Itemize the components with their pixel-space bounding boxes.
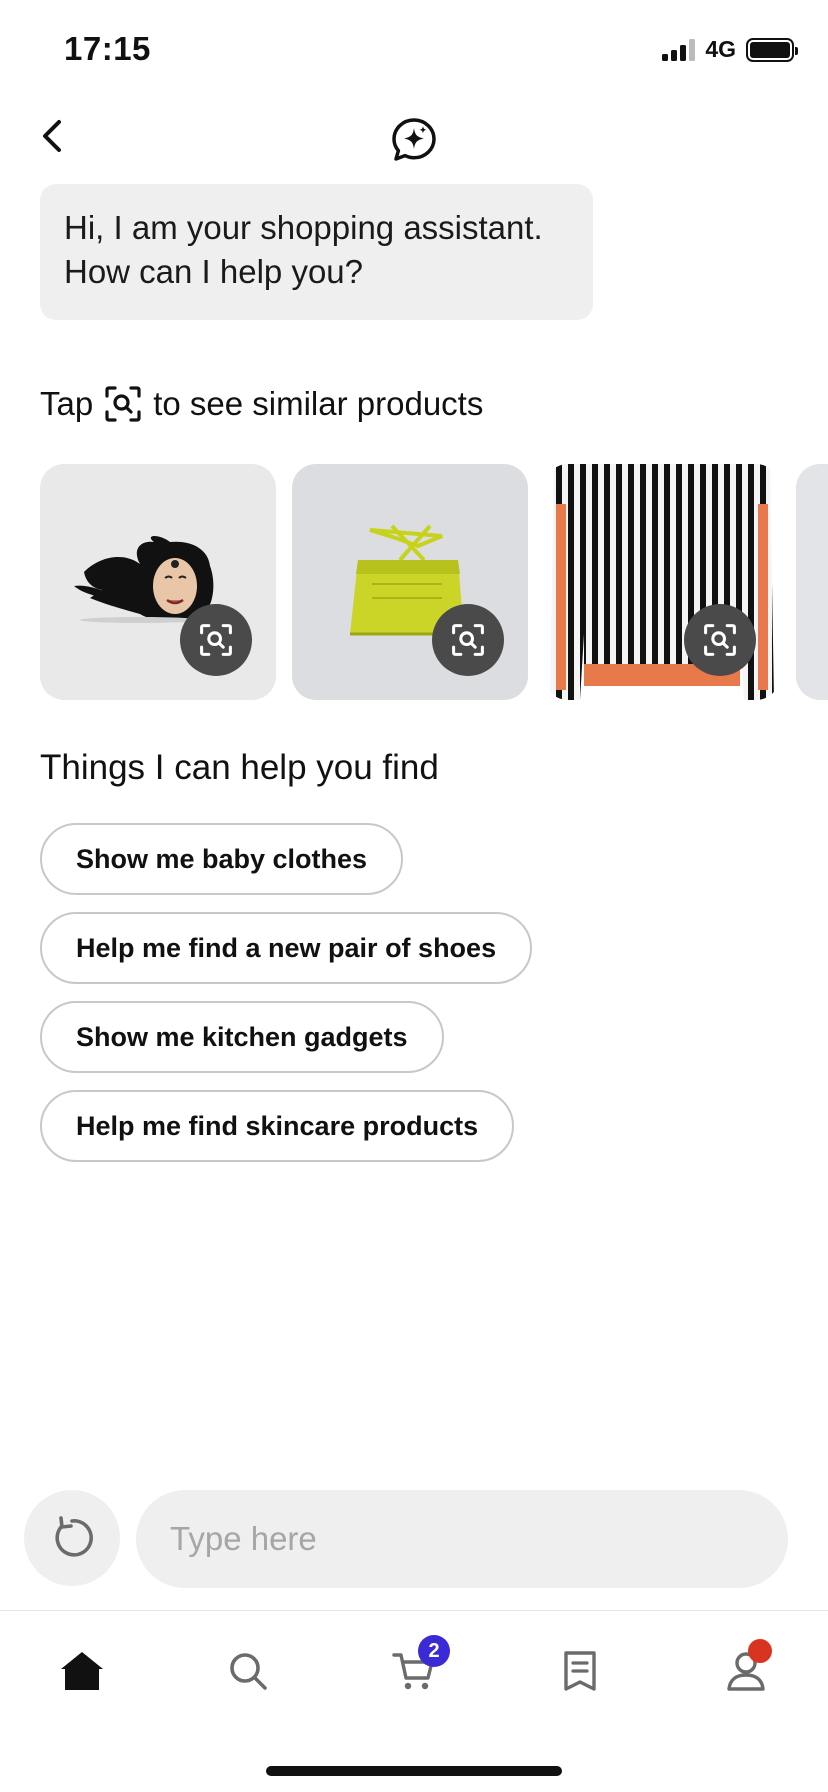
hint-text-before: Tap — [40, 385, 94, 422]
bottom-tab-bar: 2 — [0, 1610, 828, 1792]
product-carousel[interactable] — [40, 464, 828, 700]
scan-similar-button[interactable] — [684, 604, 756, 676]
header — [0, 100, 828, 180]
hint-text-after: to see similar products — [153, 385, 484, 422]
visual-search-icon — [452, 624, 484, 656]
refresh-icon — [55, 1516, 93, 1557]
tab-search[interactable] — [218, 1641, 278, 1701]
home-icon — [61, 1652, 103, 1690]
product-card-lime-skirt[interactable] — [292, 464, 528, 700]
search-icon — [230, 1653, 267, 1690]
status-time: 17:15 — [64, 30, 151, 67]
suggestion-chip-skincare[interactable]: Help me find skincare products — [40, 1090, 515, 1162]
product-card-striped-sweater[interactable] — [544, 464, 780, 700]
product-card-partial[interactable] — [796, 464, 828, 700]
visual-search-icon — [704, 624, 736, 656]
home-indicator — [266, 1766, 562, 1776]
orders-icon — [564, 1651, 596, 1691]
scan-similar-button[interactable] — [180, 604, 252, 676]
suggestion-chip-shoes[interactable]: Help me find a new pair of shoes — [40, 912, 533, 984]
message-input[interactable] — [136, 1490, 788, 1588]
chat-input-row — [24, 1490, 804, 1590]
tab-orders[interactable] — [550, 1641, 610, 1701]
suggestion-chips: Show me baby clothes Help me find a new … — [40, 823, 533, 1162]
back-button[interactable] — [30, 114, 74, 158]
tab-cart[interactable]: 2 — [384, 1635, 450, 1701]
visual-search-icon — [105, 386, 141, 422]
assistant-sparkle-icon — [392, 118, 436, 161]
chevron-left-icon — [43, 120, 61, 152]
network-type: 4G — [705, 36, 736, 62]
cart-count-badge: 2 — [418, 1635, 450, 1667]
suggestion-chip-baby-clothes[interactable]: Show me baby clothes — [40, 823, 404, 895]
battery-icon — [746, 37, 798, 62]
assistant-message-bubble: Hi, I am your shopping assistant. How ca… — [40, 184, 593, 320]
refresh-button[interactable] — [24, 1490, 120, 1586]
tab-home[interactable] — [52, 1641, 112, 1701]
scan-similar-button[interactable] — [432, 604, 504, 676]
signal-icon — [662, 38, 696, 61]
status-indicators: 4G — [662, 36, 798, 63]
status-bar: 17:15 4G — [0, 0, 828, 100]
notification-dot — [748, 1639, 772, 1663]
product-card-face-pin[interactable] — [40, 464, 276, 700]
visual-search-icon — [200, 624, 232, 656]
similar-products-hint: Tap to see similar products — [40, 384, 483, 424]
tab-profile[interactable] — [716, 1639, 776, 1701]
suggestion-chip-kitchen-gadgets[interactable]: Show me kitchen gadgets — [40, 1001, 444, 1073]
suggestions-title: Things I can help you find — [40, 748, 439, 787]
